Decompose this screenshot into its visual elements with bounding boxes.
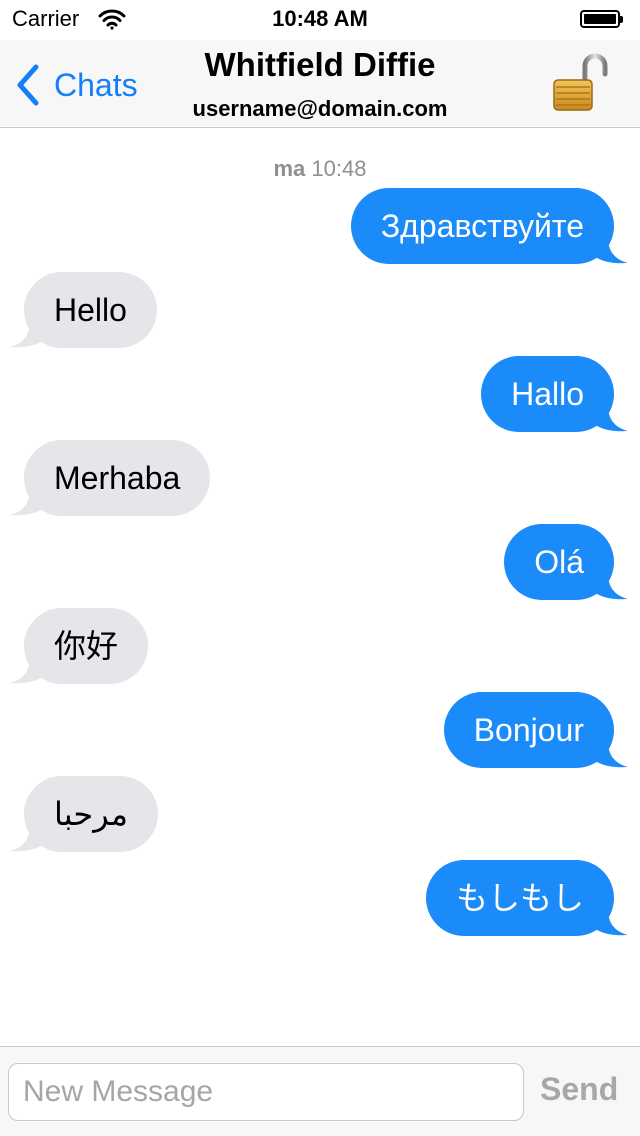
status-bar: Carrier 10:48 AM xyxy=(0,0,640,40)
message-thread[interactable]: ma 10:48 Здравствуйте Hello Hallo Merhaba Ol… xyxy=(0,128,640,1046)
outgoing-message-bubble[interactable]: Hallo xyxy=(481,356,628,432)
outgoing-message-bubble[interactable]: Olá xyxy=(504,524,628,600)
incoming-message-bubble[interactable]: مرحبا xyxy=(10,776,158,852)
bubble-tail xyxy=(594,742,628,768)
bubble-tail xyxy=(594,910,628,936)
new-message-input[interactable] xyxy=(8,1063,524,1121)
send-button[interactable]: Send xyxy=(540,1071,618,1108)
outgoing-message-bubble[interactable]: Bonjour xyxy=(443,692,628,768)
bubble-tail xyxy=(10,826,44,852)
bubble-tail xyxy=(594,574,628,600)
bubble-tail xyxy=(10,658,44,684)
incoming-message-bubble[interactable]: Merhaba xyxy=(10,440,211,516)
message-text: Здравствуйте xyxy=(380,208,584,244)
bubble-tail xyxy=(594,406,628,432)
message-text: 你好 xyxy=(54,628,119,664)
timestamp-day: ma xyxy=(273,156,306,181)
thread-timestamp: ma 10:48 xyxy=(0,156,640,182)
message-text: もしもし xyxy=(455,880,584,916)
navigation-bar: Chats Whitfield Diffie username@domain.c… xyxy=(0,40,640,128)
bubble-tail xyxy=(594,238,628,264)
message-text: Bonjour xyxy=(473,712,584,748)
message-text: Merhaba xyxy=(54,460,181,496)
message-text: مرحبا xyxy=(54,796,128,832)
incoming-message-bubble[interactable]: 你好 xyxy=(10,608,149,684)
contact-name: Whitfield Diffie xyxy=(204,46,436,83)
message-text: Hallo xyxy=(511,376,584,412)
open-padlock-icon[interactable] xyxy=(548,52,610,114)
outgoing-message-bubble[interactable]: Здравствуйте xyxy=(350,188,628,264)
status-time: 10:48 AM xyxy=(272,6,368,31)
timestamp-time: 10:48 xyxy=(311,156,367,181)
message-text: Hello xyxy=(54,292,127,328)
battery-icon xyxy=(580,10,624,30)
incoming-message-bubble[interactable]: Hello xyxy=(10,272,157,348)
message-text: Olá xyxy=(534,544,584,580)
bubble-tail xyxy=(10,490,44,516)
message-composer: Send xyxy=(0,1046,640,1136)
outgoing-message-bubble[interactable]: もしもし xyxy=(425,860,628,936)
bubble-tail xyxy=(10,322,44,348)
contact-address: username@domain.com xyxy=(192,96,448,121)
